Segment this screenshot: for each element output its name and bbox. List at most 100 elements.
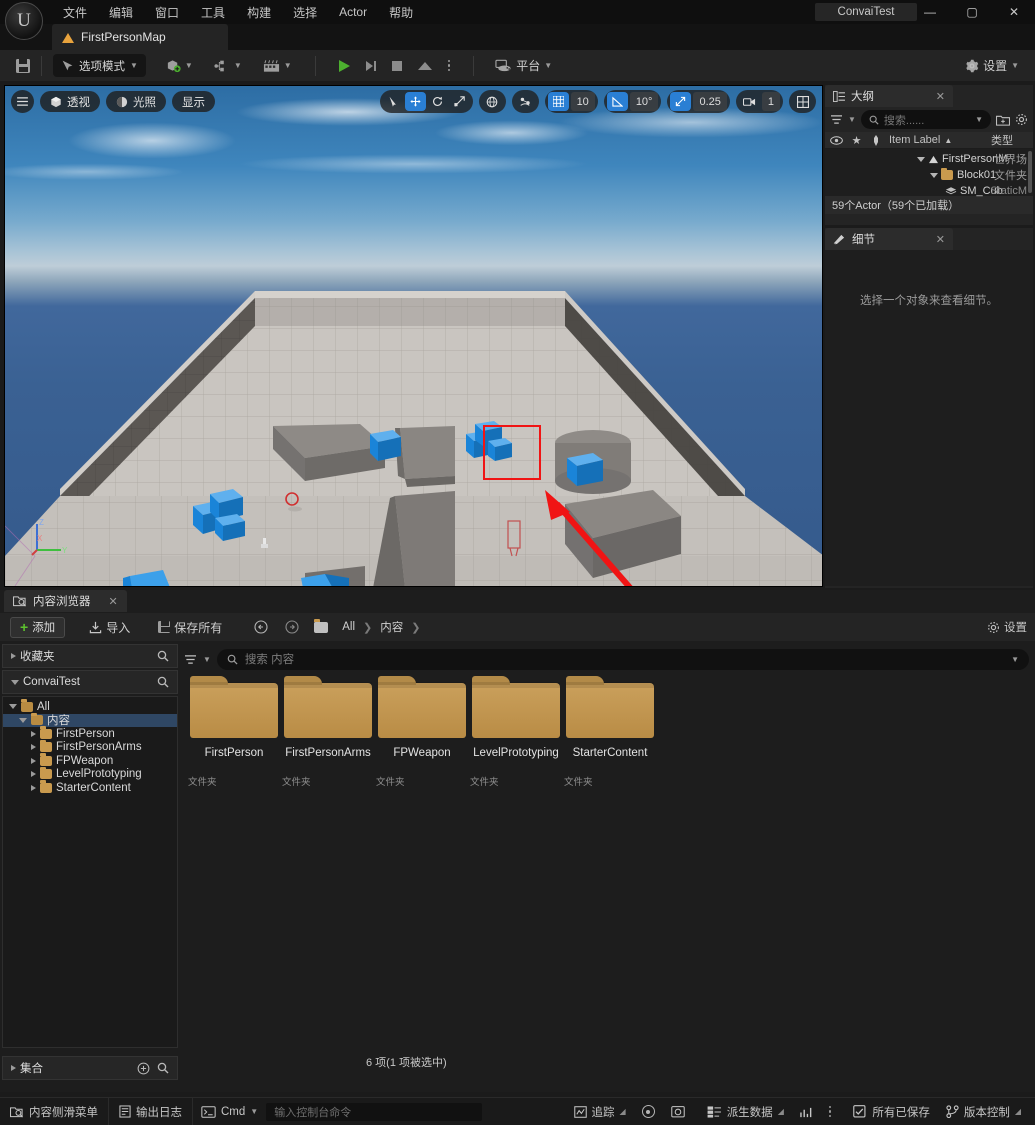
expand-arrow-icon[interactable] (11, 1065, 16, 1071)
content-browser-settings-button[interactable]: 设置 (987, 613, 1027, 641)
play-options-button[interactable] (442, 54, 457, 77)
scale-gizmo-icon[interactable] (449, 92, 470, 111)
grid-snap-icon[interactable] (547, 92, 569, 111)
chevron-down-icon[interactable]: ▼ (848, 115, 856, 124)
expand-arrow-icon[interactable] (31, 744, 36, 751)
chevron-down-icon[interactable]: ▼ (250, 1107, 258, 1116)
content-drawer-button[interactable]: 内容侧滑菜单 (0, 1097, 109, 1125)
tile-startercontent[interactable]: StarterContent 文件夹 (564, 676, 656, 788)
scale-snap-value[interactable]: 0.25 (693, 92, 727, 111)
expand-arrow-icon[interactable] (31, 771, 36, 778)
asset-view[interactable]: ▼ 搜索 内容 ▼ FirstPerson 文件夹 FirstPersonArm… (180, 644, 1033, 1080)
expand-arrow-icon[interactable] (31, 784, 36, 791)
type-header[interactable]: 类型 (991, 132, 1033, 148)
breadcrumb-all[interactable]: All (339, 621, 358, 633)
collapse-arrow-icon[interactable] (9, 704, 17, 710)
tree-item-startercontent[interactable]: StarterContent (3, 780, 177, 795)
settings-button[interactable]: 设置 ▼ (959, 54, 1025, 77)
details-tab[interactable]: 细节 ✕ (825, 228, 953, 250)
outliner-row-folder[interactable]: Block01 文件夹 (825, 167, 1033, 183)
search-icon[interactable] (157, 1062, 169, 1074)
cinematics-button[interactable]: ▼ (257, 54, 298, 77)
viewport-perspective-button[interactable]: 透视 (40, 91, 100, 112)
tree-item-all[interactable]: All (3, 699, 177, 714)
back-button[interactable] (248, 616, 274, 639)
menu-actor[interactable]: Actor (328, 2, 378, 22)
close-button[interactable]: ✕ (993, 0, 1035, 24)
tree-item-fpweapon[interactable]: FPWeapon (3, 753, 177, 768)
stats-button[interactable] (792, 1098, 821, 1125)
pin-icon[interactable] (866, 132, 885, 148)
scale-snap-icon[interactable] (670, 92, 692, 111)
chevron-down-icon[interactable]: ▼ (975, 115, 983, 124)
search-icon[interactable] (157, 650, 169, 662)
select-mode-dropdown[interactable]: 选项模式 ▼ (53, 54, 146, 77)
outliner-tab[interactable]: 大纲 ✕ (825, 85, 953, 107)
folder-tree[interactable]: All 内容 FirstPerson FirstPersonArms FPWea… (2, 696, 178, 1048)
angle-snap-icon[interactable] (606, 92, 628, 111)
eject-button[interactable] (412, 54, 438, 77)
import-button[interactable]: 导入 (83, 616, 136, 639)
camera-speed-value[interactable]: 1 (761, 92, 780, 111)
grid-snap-value[interactable]: 10 (570, 92, 595, 111)
tree-item-levelprototyping[interactable]: LevelPrototyping (3, 766, 177, 782)
tile-fpweapon[interactable]: FPWeapon 文件夹 (376, 676, 468, 788)
close-icon[interactable]: ✕ (936, 233, 945, 246)
star-icon[interactable]: ★ (847, 132, 866, 148)
new-folder-icon[interactable] (996, 114, 1010, 126)
output-log-button[interactable]: 输出日志 (109, 1097, 193, 1125)
skip-button[interactable] (360, 54, 382, 77)
trace-button[interactable]: 追踪 ◢ (566, 1098, 634, 1125)
outliner-scrollbar[interactable] (1028, 151, 1032, 193)
add-collection-icon[interactable] (137, 1062, 150, 1075)
source-control-button[interactable]: 版本控制 ◢ (938, 1098, 1029, 1125)
gear-icon[interactable] (1015, 113, 1028, 126)
collections-header[interactable]: 集合 (2, 1056, 178, 1080)
expand-arrow-icon[interactable] (11, 653, 16, 659)
viewport-layout-icon[interactable] (792, 92, 813, 111)
record-button[interactable] (634, 1098, 663, 1125)
outliner-tree[interactable]: FirstPersonM 世界场 Block01 文件夹 SM_Cub Stat… (825, 149, 1033, 197)
play-button[interactable] (333, 54, 356, 77)
add-button[interactable]: + 添加 (10, 616, 66, 638)
chevron-down-icon[interactable]: ▼ (1011, 655, 1019, 664)
breadcrumb-content[interactable]: 内容 (377, 619, 406, 635)
cursor-select-icon[interactable] (383, 92, 404, 111)
menu-window[interactable]: 窗口 (144, 1, 190, 24)
minimize-button[interactable]: — (909, 0, 951, 24)
filter-icon[interactable] (184, 654, 197, 665)
snapshot-button[interactable] (663, 1098, 693, 1125)
tree-item-firstpersonarms[interactable]: FirstPersonArms (3, 739, 177, 755)
collapse-arrow-icon[interactable] (19, 717, 27, 723)
item-label-header[interactable]: Item Label (889, 134, 940, 146)
content-browser-tab[interactable]: 内容浏览器 ✕ (4, 590, 127, 612)
expand-arrow-icon[interactable] (31, 757, 36, 764)
outliner-row-world[interactable]: FirstPersonM 世界场 (825, 151, 1033, 167)
viewport-show-button[interactable]: 显示 (172, 91, 215, 112)
forward-button[interactable] (279, 616, 305, 639)
search-icon[interactable] (157, 676, 169, 688)
expand-arrow-icon[interactable] (917, 156, 925, 162)
menu-select[interactable]: 选择 (282, 1, 328, 24)
add-actor-button[interactable]: ▼ (160, 54, 199, 77)
eye-icon[interactable] (825, 132, 847, 148)
tile-levelprototyping[interactable]: LevelPrototyping 文件夹 (470, 676, 562, 788)
filter-icon[interactable] (830, 114, 843, 125)
camera-speed-icon[interactable] (739, 92, 760, 111)
platform-button[interactable]: 平台 ▼ (489, 54, 558, 77)
tree-item-firstperson[interactable]: FirstPerson (3, 726, 177, 741)
tree-item-content[interactable]: 内容 (3, 712, 177, 727)
outliner-search-input[interactable]: 搜索...... ▼ (860, 110, 991, 129)
save-all-button[interactable]: 保存所有 (152, 616, 228, 639)
menu-tools[interactable]: 工具 (190, 1, 236, 24)
tab-firstpersonmap[interactable]: FirstPersonMap (52, 24, 228, 50)
angle-snap-value[interactable]: 10° (629, 92, 659, 111)
collapse-arrow-icon[interactable] (11, 679, 19, 685)
viewport-menu-button[interactable] (11, 90, 34, 113)
move-gizmo-icon[interactable] (404, 92, 426, 111)
maximize-button[interactable]: ▢ (951, 0, 993, 24)
unreal-logo-icon[interactable]: U (5, 2, 43, 40)
surface-snap-icon[interactable] (515, 92, 536, 111)
blueprints-button[interactable]: ▼ (208, 54, 248, 77)
level-viewport[interactable]: 透视 光照 显示 10 10° 0.25 1 Z Y X (4, 85, 823, 587)
